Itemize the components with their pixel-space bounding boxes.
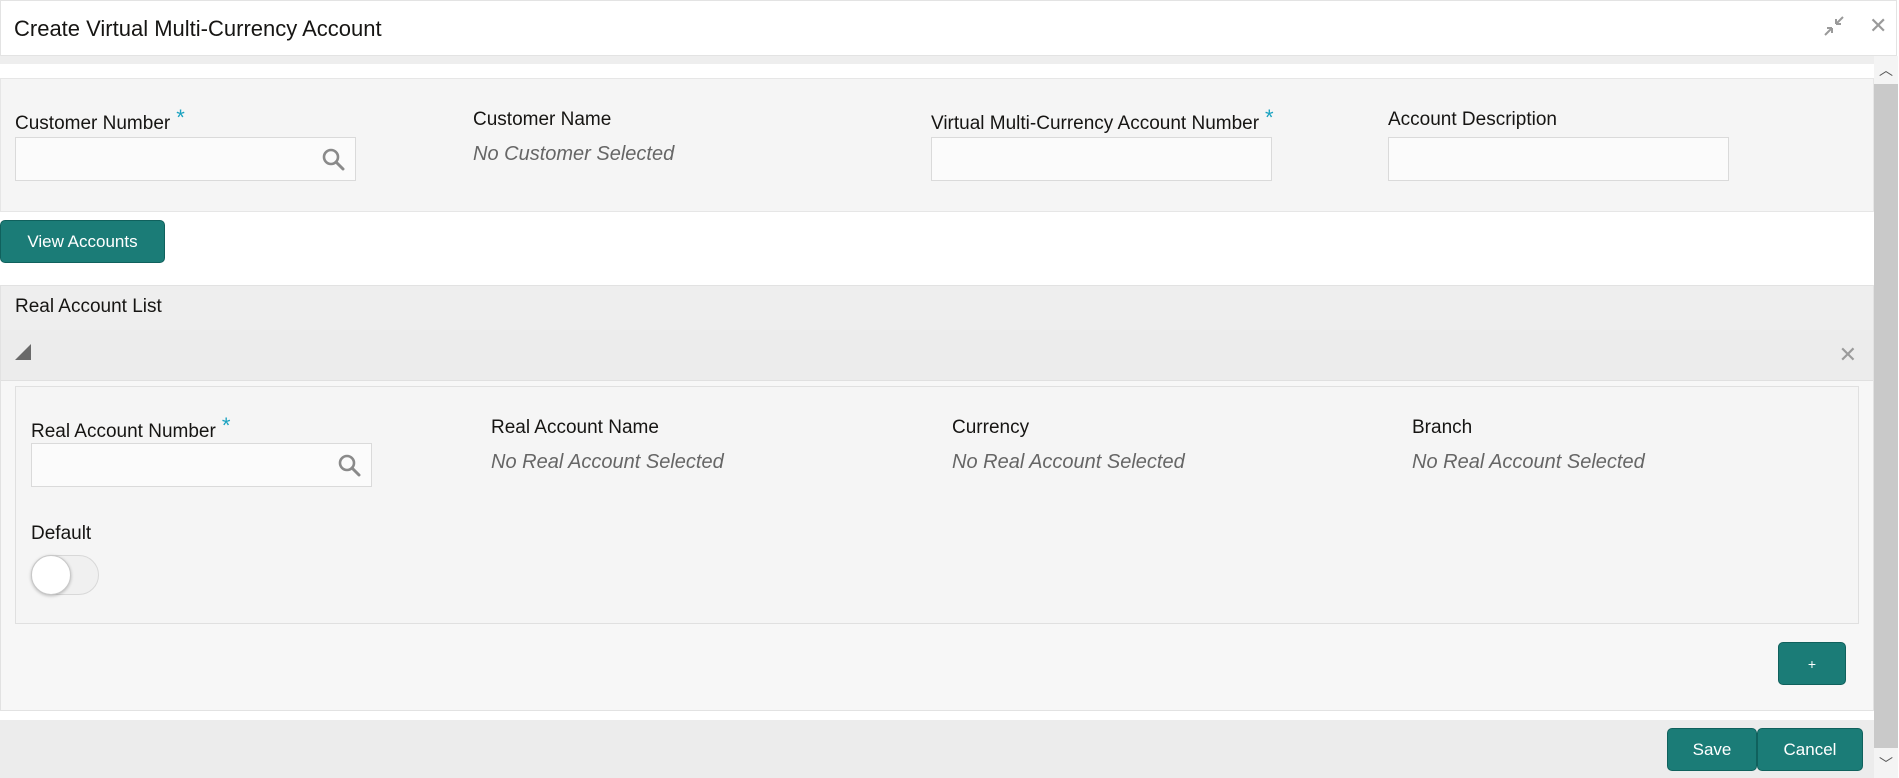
- customer-number-label: Customer Number *: [15, 105, 185, 134]
- dialog-footer: [0, 720, 1874, 778]
- branch-value: No Real Account Selected: [1412, 451, 1645, 473]
- customer-number-input[interactable]: [16, 138, 355, 180]
- default-label: Default: [31, 523, 92, 544]
- search-icon[interactable]: [321, 147, 345, 171]
- branch-label: Branch: [1412, 417, 1473, 438]
- account-description-label: Account Description: [1388, 109, 1557, 130]
- minimize-icon[interactable]: [1823, 15, 1845, 41]
- scroll-down-icon[interactable]: ﹀: [1874, 754, 1898, 774]
- toggle-knob: [31, 555, 71, 595]
- vmca-number-field[interactable]: [931, 137, 1272, 181]
- real-account-number-input[interactable]: [32, 444, 371, 486]
- real-account-card-header: ✕: [1, 330, 1873, 381]
- vmca-number-input[interactable]: [932, 138, 1271, 180]
- real-account-number-field[interactable]: [31, 443, 372, 487]
- real-account-list-section: Real Account List ✕ Real Account Number *…: [0, 285, 1874, 711]
- dialog-header: Create Virtual Multi-Currency Account ✕: [0, 0, 1897, 56]
- account-description-input[interactable]: [1389, 138, 1728, 180]
- real-account-list-body: ✕ Real Account Number * Real Account Name…: [1, 330, 1873, 710]
- collapse-triangle-icon[interactable]: [15, 344, 31, 360]
- add-real-account-button[interactable]: +: [1778, 642, 1846, 685]
- real-account-number-label: Real Account Number *: [31, 413, 231, 442]
- scroll-up-icon[interactable]: ︿: [1874, 60, 1898, 80]
- required-indicator: *: [176, 105, 185, 130]
- real-account-card: Real Account Number * Real Account Name N…: [15, 386, 1859, 624]
- header-divider: [0, 56, 1874, 64]
- default-toggle[interactable]: [31, 555, 99, 595]
- required-indicator: *: [1265, 105, 1274, 130]
- account-description-field[interactable]: [1388, 137, 1729, 181]
- close-icon[interactable]: ✕: [1869, 15, 1887, 37]
- vmca-number-label: Virtual Multi-Currency Account Number *: [931, 105, 1274, 134]
- currency-label: Currency: [952, 417, 1030, 438]
- customer-name-label: Customer Name: [473, 109, 612, 130]
- cancel-button[interactable]: Cancel: [1757, 728, 1863, 771]
- save-button[interactable]: Save: [1667, 728, 1757, 771]
- account-details-panel: Customer Number * Customer Name No Custom…: [0, 78, 1874, 212]
- real-account-name-value: No Real Account Selected: [491, 451, 724, 473]
- view-accounts-button[interactable]: View Accounts: [0, 220, 165, 263]
- required-indicator: *: [221, 413, 231, 438]
- real-account-list-title: Real Account List: [15, 296, 162, 317]
- customer-number-field[interactable]: [15, 137, 356, 181]
- search-icon[interactable]: [337, 453, 361, 477]
- remove-card-icon[interactable]: ✕: [1839, 344, 1857, 366]
- real-account-name-label: Real Account Name: [491, 417, 659, 438]
- scrollbar-thumb[interactable]: [1874, 84, 1898, 748]
- currency-value: No Real Account Selected: [952, 451, 1185, 473]
- customer-name-value: No Customer Selected: [473, 143, 675, 165]
- page-title: Create Virtual Multi-Currency Account: [14, 16, 382, 41]
- vertical-scrollbar[interactable]: ︿ ﹀: [1874, 56, 1898, 778]
